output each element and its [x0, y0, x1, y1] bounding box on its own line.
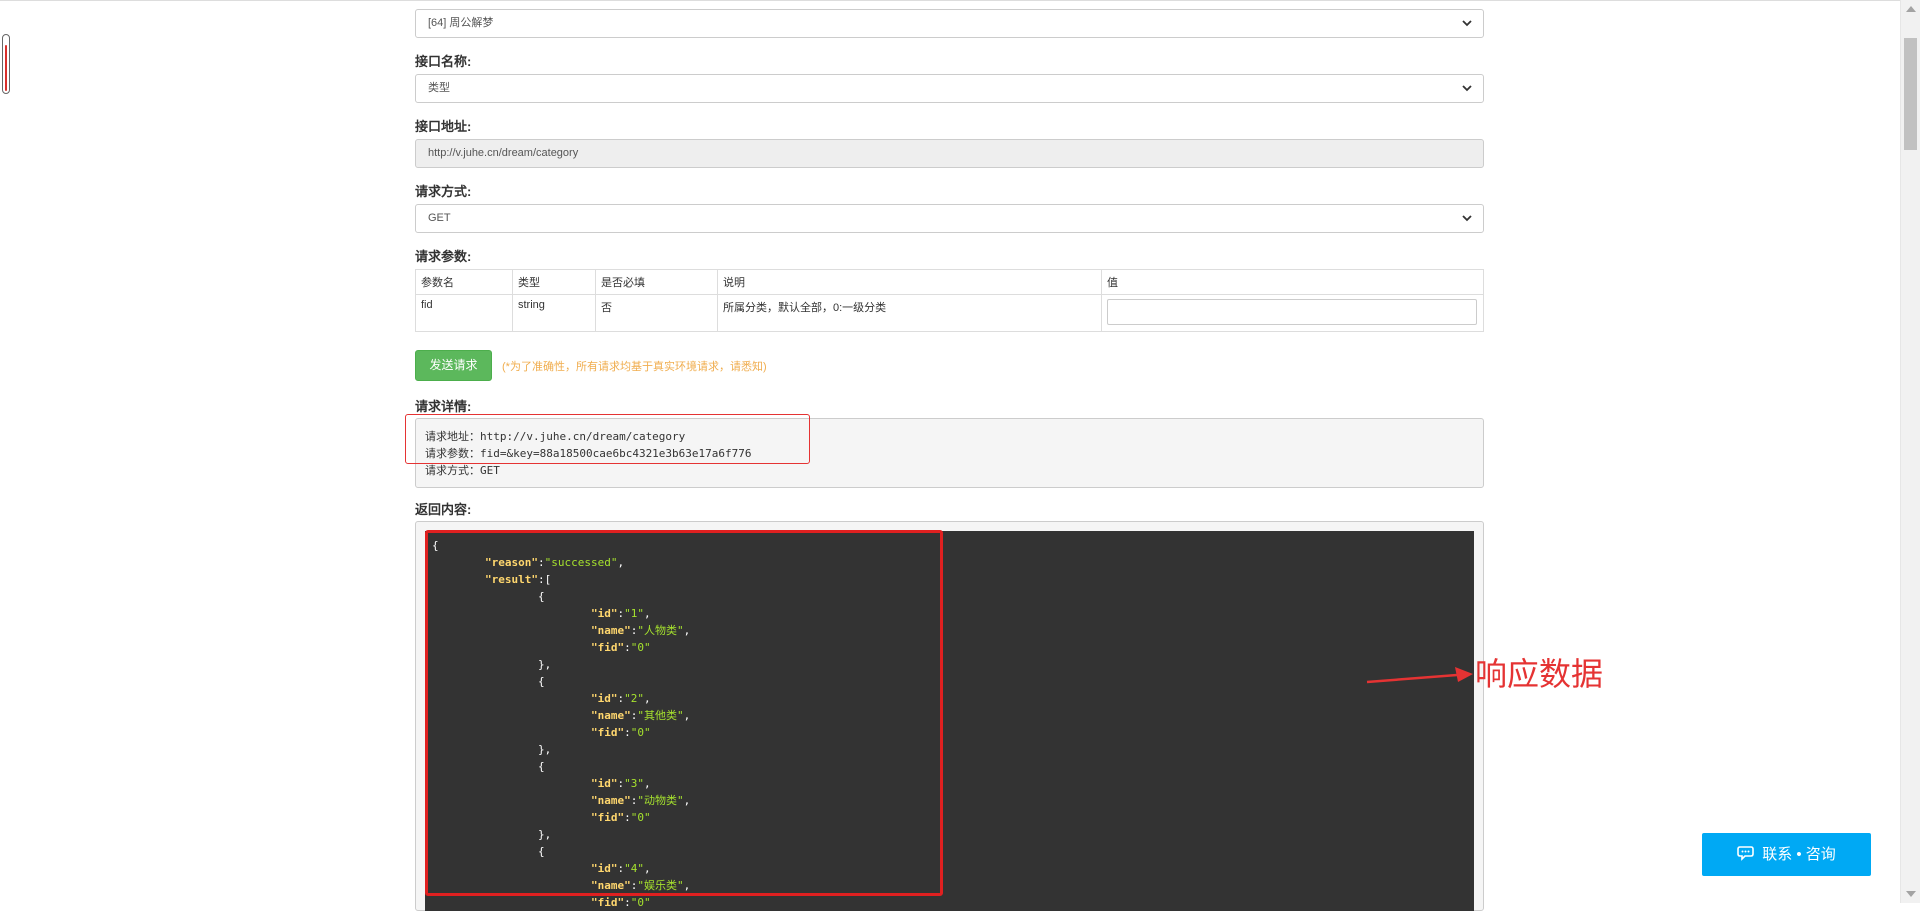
- json-line: },: [432, 658, 552, 671]
- chevron-down-icon: [1462, 85, 1472, 92]
- json-line: "id":"2",: [590, 692, 651, 705]
- json-line: {: [432, 539, 439, 552]
- json-line: "name":"人物类",: [590, 624, 691, 637]
- json-line: "id":"1",: [590, 607, 651, 620]
- json-line: "fid":"0": [590, 726, 651, 739]
- request-method-line: 请求方式：GET: [425, 464, 500, 477]
- chevron-down-icon: [1462, 215, 1472, 222]
- method-select[interactable]: GET: [415, 204, 1484, 233]
- json-line: },: [432, 828, 552, 841]
- header-required: 是否必填: [595, 269, 718, 295]
- contact-button-label: 联系 • 咨询: [1762, 846, 1836, 863]
- api-select-value: [64] 周公解梦: [428, 17, 494, 29]
- chat-icon: [1737, 846, 1755, 861]
- interface-name-label: 接口名称:: [415, 54, 472, 69]
- scroll-up-icon[interactable]: [1906, 6, 1916, 12]
- param-required-cell: 否: [595, 294, 718, 332]
- method-value: GET: [428, 212, 451, 224]
- response-label: 返回内容:: [415, 502, 472, 517]
- request-detail-box: 请求地址：http://v.juhe.cn/dream/category 请求参…: [415, 418, 1484, 488]
- interface-url-field: http://v.juhe.cn/dream/category: [415, 139, 1484, 168]
- param-value-cell: [1101, 294, 1484, 332]
- scrollbar-thumb[interactable]: [1904, 38, 1917, 150]
- interface-url-value: http://v.juhe.cn/dream/category: [428, 147, 579, 159]
- scroll-down-icon[interactable]: [1906, 891, 1916, 897]
- json-line: "name":"其他类",: [590, 709, 691, 722]
- params-header-row: 参数名 类型 是否必填 说明 值: [415, 269, 1484, 295]
- top-divider: [0, 0, 1900, 1]
- json-line: "id":"4",: [590, 862, 651, 875]
- params-table: 参数名 类型 是否必填 说明 值 fid string 否 所属分类，默认全部，…: [415, 269, 1484, 332]
- response-panel: { "reason":"successed", "result":[ { "id…: [415, 521, 1484, 911]
- request-detail-label: 请求详情:: [415, 399, 472, 414]
- json-line: "reason":"successed",: [484, 556, 625, 569]
- json-line: "id":"3",: [590, 777, 651, 790]
- json-line: {: [432, 675, 545, 688]
- header-value: 值: [1101, 269, 1484, 295]
- json-line: },: [432, 743, 552, 756]
- param-type-cell: string: [512, 294, 596, 332]
- accuracy-notice: (*为了准确性，所有请求均基于真实环境请求，请悉知): [502, 361, 767, 373]
- json-line: "result":[: [484, 573, 552, 586]
- json-line: "name":"娱乐类",: [590, 879, 691, 892]
- param-name-cell: fid: [415, 294, 513, 332]
- header-description: 说明: [717, 269, 1102, 295]
- method-label: 请求方式:: [415, 184, 472, 199]
- fid-value-input[interactable]: [1107, 299, 1477, 325]
- response-code-block[interactable]: { "reason":"successed", "result":[ { "id…: [425, 531, 1474, 911]
- contact-button[interactable]: 联系 • 咨询: [1702, 833, 1871, 876]
- chevron-down-icon: [1462, 20, 1472, 27]
- json-line: {: [432, 590, 545, 603]
- json-line: "fid":"0": [590, 641, 651, 654]
- request-url-line: 请求地址：http://v.juhe.cn/dream/category: [425, 430, 686, 443]
- send-request-button[interactable]: 发送请求: [415, 350, 492, 381]
- thermometer-fill: [5, 45, 7, 91]
- interface-url-label: 接口地址:: [415, 119, 472, 134]
- header-type: 类型: [512, 269, 596, 295]
- header-param-name: 参数名: [415, 269, 513, 295]
- params-label: 请求参数:: [415, 249, 472, 264]
- response-annotation: 响应数据: [1475, 655, 1604, 693]
- json-line: "fid":"0": [590, 811, 651, 824]
- arrow-right-icon: [1366, 667, 1473, 684]
- vertical-scrollbar[interactable]: [1900, 0, 1920, 903]
- table-row: fid string 否 所属分类，默认全部，0:一级分类: [415, 294, 1484, 332]
- request-params-line: 请求参数：fid=&key=88a18500cae6bc4321e3b63e17…: [425, 447, 752, 460]
- api-select[interactable]: [64] 周公解梦: [415, 9, 1484, 38]
- json-line: {: [432, 845, 545, 858]
- param-desc-cell: 所属分类，默认全部，0:一级分类: [717, 294, 1102, 332]
- thermometer-icon: [2, 34, 10, 94]
- json-line: "name":"动物类",: [590, 794, 691, 807]
- json-line: {: [432, 760, 545, 773]
- interface-name-select[interactable]: 类型: [415, 74, 1484, 103]
- interface-name-value: 类型: [428, 82, 450, 94]
